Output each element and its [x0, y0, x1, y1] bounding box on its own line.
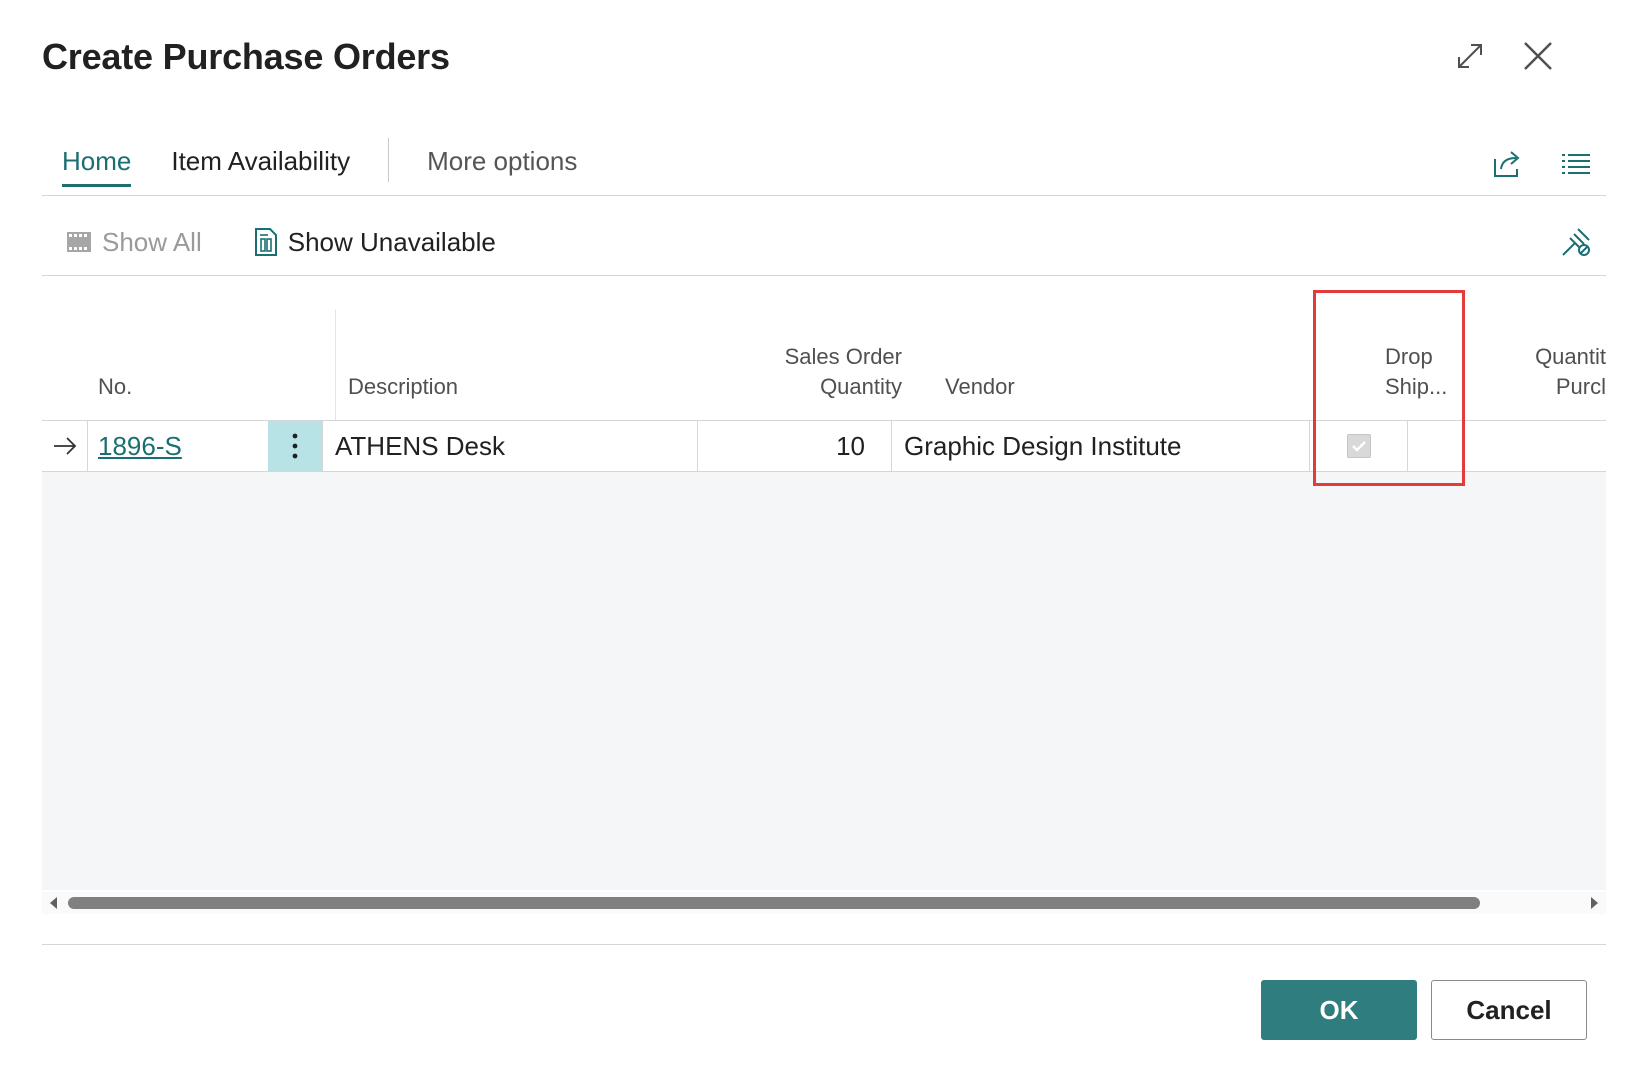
- cell-vendor[interactable]: Graphic Design Institute: [892, 421, 1310, 471]
- cell-description[interactable]: ATHENS Desk: [322, 421, 698, 471]
- show-all-label: Show All: [102, 226, 202, 257]
- tab-divider: [388, 138, 390, 182]
- expand-icon: [1458, 44, 1482, 68]
- column-header-sales-order-quantity-line2: Quantity: [820, 374, 902, 399]
- divider: [42, 944, 1606, 945]
- column-divider: [335, 310, 336, 420]
- show-unavailable-button[interactable]: Show Unavailable: [254, 227, 496, 258]
- caret-left-icon: [50, 897, 57, 909]
- expand-button[interactable]: [1450, 36, 1490, 76]
- show-all-button[interactable]: Show All: [66, 227, 202, 258]
- show-unavailable-label: Show Unavailable: [287, 226, 496, 257]
- sales-order-quantity-value: 10: [836, 430, 865, 461]
- column-header-quantity-purch-line2: Purcl: [1555, 374, 1606, 399]
- tab-home[interactable]: Home: [42, 138, 151, 187]
- column-header-vendor[interactable]: Vendor: [945, 372, 1015, 402]
- scrollbar-thumb[interactable]: [68, 897, 1480, 909]
- tab-more-options[interactable]: More options: [407, 138, 597, 187]
- scroll-left-button[interactable]: [46, 895, 62, 911]
- item-no-link[interactable]: 1896-S: [98, 431, 182, 462]
- column-header-no[interactable]: No.: [98, 372, 132, 402]
- column-header-quantity-purch-line1: Quantit: [1535, 344, 1606, 369]
- close-button[interactable]: [1518, 36, 1558, 76]
- scroll-right-button[interactable]: [1586, 895, 1602, 911]
- column-header-description[interactable]: Description: [348, 372, 458, 402]
- list-view-button[interactable]: [1556, 144, 1596, 184]
- divider: [42, 195, 1606, 196]
- pin-icon: [1562, 228, 1590, 256]
- cancel-button[interactable]: Cancel: [1431, 980, 1587, 1040]
- column-header-sales-order-quantity[interactable]: Sales Order Quantity: [722, 342, 902, 402]
- action-bar: Show All Show Unavailable: [66, 222, 548, 262]
- share-button[interactable]: [1488, 144, 1528, 184]
- description-value: ATHENS Desk: [335, 430, 505, 461]
- close-icon: [1524, 42, 1552, 70]
- ok-button[interactable]: OK: [1261, 980, 1417, 1040]
- column-header-sales-order-quantity-line1: Sales Order: [784, 344, 902, 369]
- grid-empty-area: [42, 472, 1606, 890]
- list-view-icon: [1562, 154, 1590, 174]
- arrow-right-icon: [53, 437, 76, 455]
- dialog-title: Create Purchase Orders: [42, 36, 450, 77]
- horizontal-scrollbar[interactable]: [42, 892, 1606, 914]
- drop-ship-highlight-box: [1313, 290, 1465, 486]
- more-vertical-icon: [292, 433, 298, 459]
- share-icon: [1494, 151, 1520, 177]
- cell-no[interactable]: 1896-S: [98, 421, 268, 471]
- divider: [42, 275, 1606, 276]
- tab-item-availability[interactable]: Item Availability: [151, 138, 370, 187]
- column-header-quantity-purch[interactable]: Quantit Purcl: [1512, 342, 1606, 402]
- vendor-value: Graphic Design Institute: [904, 430, 1182, 461]
- cell-sales-order-quantity[interactable]: 10: [698, 421, 892, 471]
- row-actions-button[interactable]: [268, 421, 322, 471]
- action-tabs: Home Item Availability More options: [42, 138, 597, 194]
- caret-right-icon: [1591, 897, 1598, 909]
- row-indicator: [42, 421, 88, 471]
- document-columns-icon: [254, 228, 277, 256]
- pin-button[interactable]: [1556, 222, 1596, 262]
- film-grid-icon: [67, 232, 91, 252]
